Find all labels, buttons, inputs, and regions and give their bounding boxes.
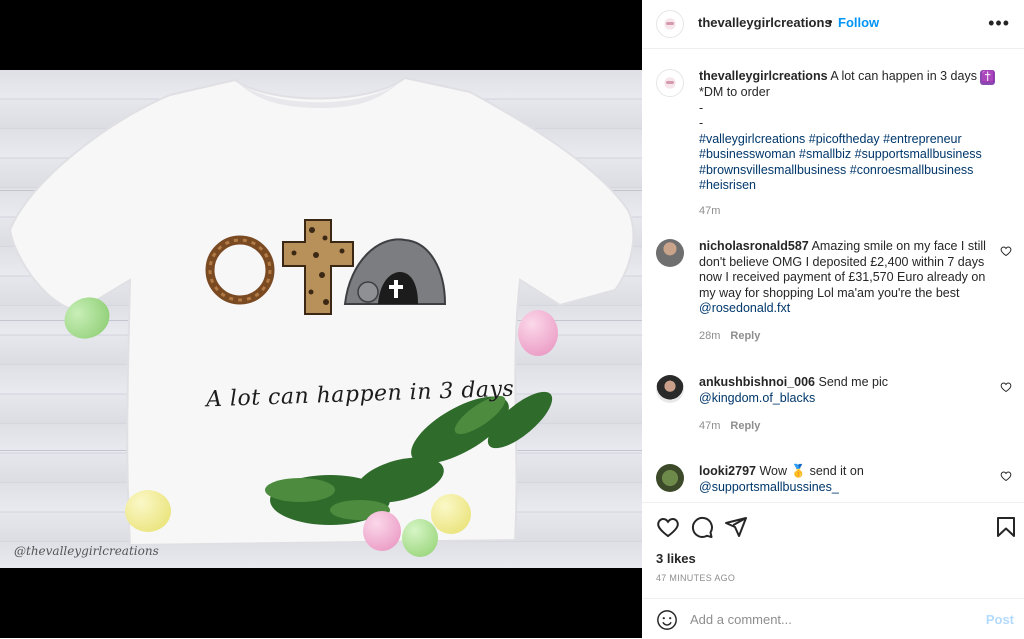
more-horizontal-icon[interactable]: ••• [988, 14, 1010, 32]
post-side-panel: thevalleygirlcreations • Follow ••• thev… [642, 0, 1024, 638]
comment-item: looki2797 Wow 🥇 send it on @supportsmall… [656, 464, 1012, 502]
save-bookmark-icon[interactable] [994, 515, 1018, 539]
comment-username[interactable]: nicholasronald587 [699, 239, 809, 253]
easter-egg-green [402, 519, 438, 557]
medal-emoji: 🥇 [790, 464, 807, 478]
comment-mention[interactable]: @supportsmallbussines_ [699, 480, 839, 494]
comment-body: send it on [809, 464, 864, 478]
like-comment-heart-icon[interactable] [1000, 470, 1012, 482]
post-media: A lot can happen in 3 days @thevalleygir… [0, 0, 642, 638]
header-separator: • [828, 14, 833, 29]
header-username[interactable]: thevalleygirlcreations [698, 15, 832, 30]
emoji-smiley-icon[interactable] [656, 609, 678, 631]
easter-egg-yellow [431, 494, 471, 534]
caption-text: thevalleygirlcreations A lot can happen … [699, 69, 999, 194]
cross-emoji: ✝️ [980, 70, 996, 85]
comment-meta: 28m Reply [699, 330, 760, 342]
caption-time: 47m [699, 205, 721, 217]
photo-watermark: @thevalleygirlcreations [14, 544, 159, 558]
comments-list[interactable]: thevalleygirlcreations A lot can happen … [642, 49, 1024, 502]
likes-count[interactable]: 3 likes [656, 551, 696, 566]
caption-line: - [699, 100, 704, 115]
easter-egg-pink [363, 511, 401, 551]
comment-username[interactable]: looki2797 [699, 464, 756, 478]
comment-body: Send me pic [818, 375, 888, 389]
comment-bubble-icon[interactable] [690, 515, 714, 539]
comment-time: 28m [699, 330, 721, 342]
easter-egg-yellow [125, 490, 171, 532]
comment-mention[interactable]: @rosedonald.fxt [699, 301, 790, 315]
easter-egg-pink [518, 310, 558, 356]
comment-body: Wow [759, 464, 788, 478]
caption-body: A lot can happen in 3 days [830, 69, 977, 83]
comment-item: ankushbishnoi_006 Send me pic @kingdom.o… [656, 375, 1012, 435]
hashtag-line[interactable]: #valleygirlcreations #picoftheday #entre… [699, 132, 962, 146]
hashtag-line[interactable]: #heisrisen [699, 178, 756, 192]
reply-button[interactable]: Reply [730, 420, 760, 432]
share-paper-plane-icon[interactable] [724, 515, 748, 539]
like-comment-heart-icon[interactable] [1000, 245, 1012, 257]
post-actions: 3 likes 47 MINUTES AGO [642, 502, 1024, 599]
comment-username[interactable]: ankushbishnoi_006 [699, 375, 815, 389]
comment-mention[interactable]: @kingdom.of_blacks [699, 391, 815, 405]
comment-text: ankushbishnoi_006 Send me pic @kingdom.o… [699, 375, 989, 406]
avatar[interactable] [656, 10, 684, 38]
like-heart-icon[interactable] [656, 515, 680, 539]
avatar[interactable] [656, 375, 684, 403]
comment-input[interactable]: Add a comment... [690, 612, 792, 627]
comment-item: nicholasronald587 Amazing smile on my fa… [656, 239, 1012, 349]
comment-text: looki2797 Wow 🥇 send it on @supportsmall… [699, 464, 989, 495]
add-comment-bar: Add a comment... Post [642, 598, 1024, 639]
avatar[interactable] [656, 464, 684, 492]
caption-line: *DM to order [699, 85, 770, 99]
caption-line: - [699, 116, 704, 130]
caption-username[interactable]: thevalleygirlcreations [699, 69, 828, 83]
post-timestamp: 47 MINUTES AGO [656, 573, 736, 583]
like-comment-heart-icon[interactable] [1000, 381, 1012, 393]
reply-button[interactable]: Reply [730, 330, 760, 342]
hashtag-line[interactable]: #businesswoman #smallbiz #supportsmallbu… [699, 147, 982, 161]
post-header: thevalleygirlcreations • Follow ••• [642, 0, 1024, 49]
avatar[interactable] [656, 239, 684, 267]
comment-meta: 47m Reply [699, 420, 760, 432]
comment-time: 47m [699, 420, 721, 432]
caption: thevalleygirlcreations A lot can happen … [656, 69, 1012, 229]
avatar[interactable] [656, 69, 684, 97]
post-comment-button[interactable]: Post [986, 612, 1014, 627]
follow-button[interactable]: Follow [838, 15, 879, 30]
post-photo[interactable]: A lot can happen in 3 days @thevalleygir… [0, 70, 642, 568]
hashtag-line[interactable]: #brownsvillesmallbusiness #conroesmallbu… [699, 163, 973, 177]
comment-text: nicholasronald587 Amazing smile on my fa… [699, 239, 989, 317]
